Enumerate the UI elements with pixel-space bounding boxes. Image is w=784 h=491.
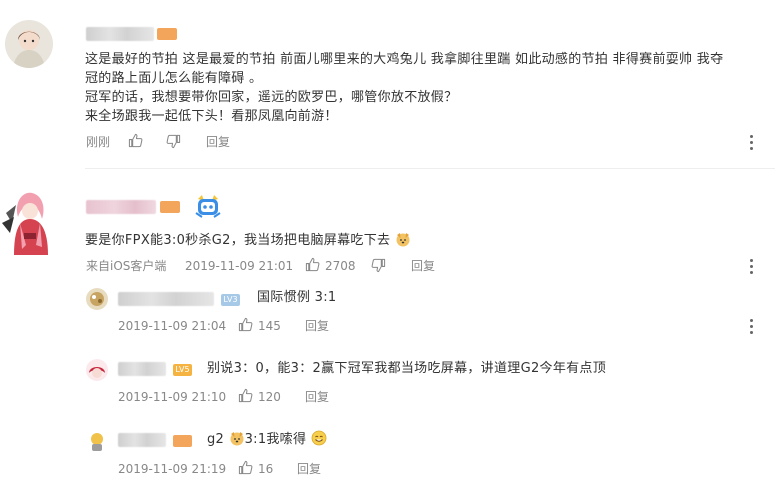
username[interactable] xyxy=(118,433,166,447)
more-vertical-icon[interactable] xyxy=(748,135,754,153)
reply-text: 别说3：0，能3：2赢下冠军我都当场吃屏幕，讲道理G2今年有点顶 xyxy=(207,361,607,376)
comment-text: 这是最好的节拍 这是最爱的节拍 前面儿哪里来的大鸡兔儿 我拿脚往里踹 如此动感的… xyxy=(85,50,765,126)
comment-text-line: 这是最好的节拍 这是最爱的节拍 前面儿哪里来的大鸡兔儿 我拿脚往里踹 如此动感的… xyxy=(85,52,724,67)
smiling-face-emoji xyxy=(311,430,327,446)
dog-face-emoji xyxy=(396,233,410,247)
reply-text-span: g2 xyxy=(207,432,225,447)
thumbs-down-icon[interactable] xyxy=(371,258,386,273)
level-badge: LV3 xyxy=(221,294,240,306)
thumbs-up-icon[interactable] xyxy=(305,257,320,272)
level-badge xyxy=(173,435,192,447)
avatar[interactable] xyxy=(0,183,54,255)
reply-button[interactable]: 回复 xyxy=(411,258,435,274)
level-badge: LV5 xyxy=(173,364,192,376)
level-badge xyxy=(160,201,180,213)
username[interactable] xyxy=(86,27,154,41)
comment-text-line: 来全场跟我一起低下头！看那凤凰向前游！ xyxy=(85,109,338,124)
reply-button[interactable]: 回复 xyxy=(305,389,329,405)
comment-time: 刚刚 xyxy=(86,135,111,149)
thumbs-up-icon[interactable] xyxy=(238,317,253,332)
thumbs-up-icon[interactable] xyxy=(238,460,253,475)
comment-time: 2019-11-09 21:01 xyxy=(185,259,294,273)
reply-button[interactable]: 回复 xyxy=(206,134,230,150)
reply-time: 2019-11-09 21:19 xyxy=(118,462,227,476)
avatar[interactable] xyxy=(86,359,108,381)
username[interactable] xyxy=(118,362,166,376)
more-vertical-icon[interactable] xyxy=(748,319,754,337)
thumbs-up-icon[interactable] xyxy=(238,388,253,403)
like-count: 2708 xyxy=(325,259,356,273)
more-vertical-icon[interactable] xyxy=(748,259,754,277)
comment-text-line: 冠军的话，我想要带你回家，遥远的欧罗巴，哪管你放不放假？ xyxy=(85,90,458,105)
thumbs-up-icon[interactable] xyxy=(128,133,143,148)
divider xyxy=(85,168,775,169)
thumbs-down-icon[interactable] xyxy=(166,134,181,149)
username[interactable] xyxy=(118,292,214,306)
avatar[interactable] xyxy=(5,20,53,68)
comment-text: 要是你FPX能3:0秒杀G2，我当场把电脑屏幕吃下去 xyxy=(85,231,411,250)
username[interactable] xyxy=(86,200,156,214)
avatar[interactable] xyxy=(86,288,108,310)
like-count: 120 xyxy=(258,390,281,404)
reply-text: 国际惯例 3:1 xyxy=(257,290,337,305)
like-count: 16 xyxy=(258,462,274,476)
reply-text-span: 3:1我嗦得 xyxy=(244,432,307,447)
reply-button[interactable]: 回复 xyxy=(305,318,329,334)
reply-text: g2 3:1我嗦得 xyxy=(207,430,327,449)
reply-time: 2019-11-09 21:10 xyxy=(118,390,227,404)
level-badge xyxy=(157,28,177,40)
robot-medal-icon xyxy=(192,193,224,221)
dog-face-emoji xyxy=(230,432,244,446)
reply-button[interactable]: 回复 xyxy=(297,461,321,477)
like-count: 145 xyxy=(258,319,281,333)
reply-time: 2019-11-09 21:04 xyxy=(118,319,227,333)
client-source: 来自iOS客户端 xyxy=(86,259,167,273)
comment-text-span: 要是你FPX能3:0秒杀G2，我当场把电脑屏幕吃下去 xyxy=(85,233,391,248)
comment-text-line: 冠的路上面儿怎么能有障碍 。 xyxy=(85,71,263,86)
avatar[interactable] xyxy=(86,430,108,452)
